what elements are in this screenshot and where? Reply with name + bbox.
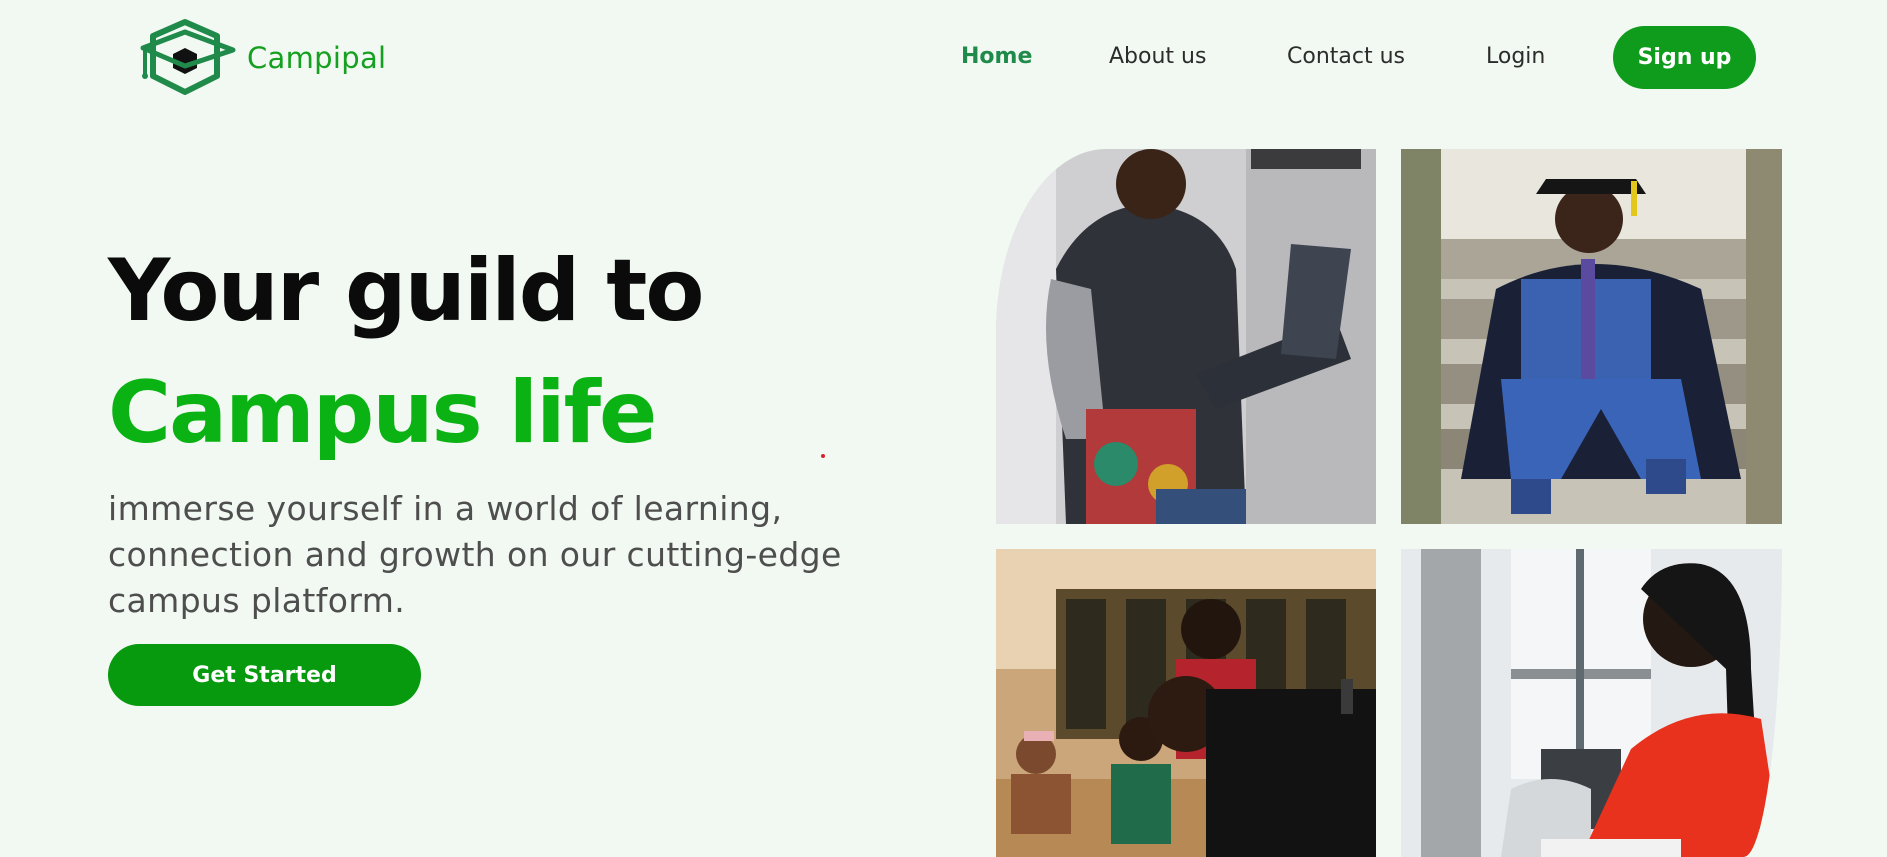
nav-home-link[interactable]: Home [961,44,1032,69]
students-studying-photo [996,549,1376,857]
sign-up-button[interactable]: Sign up [1613,26,1756,89]
brand-name: Campipal [247,41,387,75]
nav-login-link[interactable]: Login [1486,44,1545,69]
graduate-on-stairs-photo [1401,149,1782,524]
hero-description: immerse yourself in a world of learning,… [108,489,842,620]
cursor-dot [821,454,825,458]
hero-title-line-2: Campus life [108,363,657,463]
top-navigation: Campipal Home About us Contact us Login … [0,0,1887,115]
campipal-logo-icon [140,19,236,95]
campipal-logo[interactable]: Campipal [137,18,386,98]
nav-about-link[interactable]: About us [1109,44,1206,69]
hero-title-line-1: Your guild to [108,241,704,341]
get-started-button[interactable]: Get Started [108,644,421,706]
student-with-laptop-photo [996,149,1376,524]
student-reading-photo [1401,549,1782,857]
nav-contact-link[interactable]: Contact us [1287,44,1405,69]
